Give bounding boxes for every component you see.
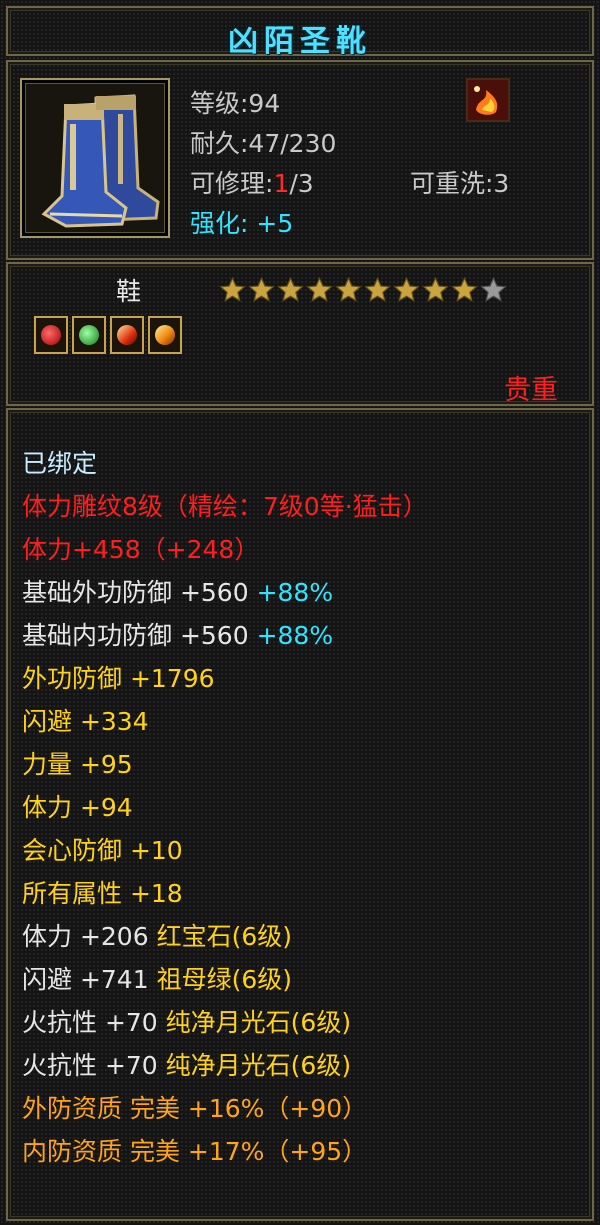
star-filled-icon — [422, 276, 449, 302]
star-filled-icon — [335, 276, 362, 302]
flame-emblem-icon — [466, 78, 510, 122]
star-rating — [218, 276, 508, 304]
star-filled-icon — [306, 276, 333, 302]
attribute-text: 体力雕纹8级（精绘：7级0等·猛击） — [22, 492, 428, 521]
quality-label: 贵重 — [504, 375, 558, 406]
equip-slot: 鞋 — [116, 277, 142, 306]
item-durability: 耐久:47/230 — [190, 129, 337, 158]
attribute-text: 体力 +206 — [22, 922, 157, 951]
attribute-text: 闪避 +334 — [22, 707, 149, 736]
attribute-text: 基础内功防御 +560 — [22, 621, 257, 650]
attribute-text: 体力+458（+248） — [22, 535, 260, 564]
attribute-text: 外防资质 完美 +16%（+90） — [22, 1094, 368, 1123]
enhance-value: +5 — [256, 209, 294, 238]
red-gem-icon[interactable] — [34, 316, 68, 354]
repair-used: 1 — [273, 169, 290, 198]
attribute-text: +88% — [256, 621, 334, 650]
attribute-row: 火抗性 +70 纯净月光石(6级) — [22, 1044, 428, 1087]
star-filled-icon — [219, 276, 246, 302]
attribute-text: 基础外功防御 +560 — [22, 578, 257, 607]
attribute-row: 体力 +94 — [22, 786, 428, 829]
attribute-row: 闪避 +334 — [22, 700, 428, 743]
attribute-text: 外功防御 +1796 — [22, 664, 215, 693]
attribute-row: 已绑定 — [22, 442, 428, 485]
attribute-row: 体力 +206 红宝石(6级) — [22, 915, 428, 958]
attribute-row: 闪避 +741 祖母绿(6级) — [22, 958, 428, 1001]
item-enhance: 强化: +5 — [190, 204, 293, 240]
star-filled-icon — [451, 276, 478, 302]
item-title: 凶陌圣靴 — [228, 24, 372, 59]
attribute-text: 内防资质 完美 +17%（+95） — [22, 1137, 368, 1166]
item-repair: 可修理:1/3 — [190, 164, 314, 200]
gold-wing-gem-icon[interactable] — [148, 316, 182, 354]
item-header: 等级:94 耐久:47/230 可修理:1/3 可重洗:3 强化: +5 — [6, 60, 594, 260]
item-rewash: 可重洗:3 — [410, 169, 510, 198]
star-filled-icon — [277, 276, 304, 302]
attribute-row: 体力雕纹8级（精绘：7级0等·猛击） — [22, 485, 428, 528]
attribute-text: 会心防御 +10 — [22, 836, 183, 865]
blue-gold-boots-icon — [26, 84, 164, 232]
gem-slots — [34, 316, 182, 354]
attribute-panel: 已绑定体力雕纹8级（精绘：7级0等·猛击） 体力+458（+248） 基础外功防御 … — [6, 408, 594, 1221]
attribute-row: 基础内功防御 +560 +88% — [22, 614, 428, 657]
title-bar: 凶陌圣靴 — [6, 6, 594, 59]
attribute-text: 火抗性 +70 — [22, 1051, 166, 1080]
fire-wing-gem-icon[interactable] — [110, 316, 144, 354]
green-gem-icon[interactable] — [72, 316, 106, 354]
star-filled-icon — [393, 276, 420, 302]
attribute-row: 火抗性 +70 纯净月光石(6级) — [22, 1001, 428, 1044]
attribute-text: 闪避 +741 — [22, 965, 157, 994]
attribute-text: 体力 +94 — [22, 793, 133, 822]
attribute-row: 所有属性 +18 — [22, 872, 428, 915]
repair-label: 可修理: — [190, 169, 274, 198]
item-details: 鞋 贵重 — [6, 262, 594, 406]
attribute-row: 基础外功防御 +560 +88% — [22, 571, 428, 614]
attribute-text: 力量 +95 — [22, 750, 133, 779]
repair-total: /3 — [289, 169, 314, 198]
star-empty-icon — [480, 276, 507, 302]
attribute-row: 内防资质 完美 +17%（+95） — [22, 1130, 428, 1173]
item-level: 等级:94 — [190, 89, 281, 118]
attribute-row: 外功防御 +1796 — [22, 657, 428, 700]
attribute-text: 纯净月光石(6级) — [165, 1008, 352, 1037]
attribute-row: 力量 +95 — [22, 743, 428, 786]
attribute-row: 会心防御 +10 — [22, 829, 428, 872]
attribute-text: 纯净月光石(6级) — [165, 1051, 352, 1080]
attribute-text: 祖母绿(6级) — [156, 965, 292, 994]
attribute-text: 所有属性 +18 — [22, 879, 183, 908]
item-tooltip: 凶陌圣靴 等级:94 耐久:47/230 可修理:1/3 可重洗:3 强化: +… — [0, 0, 600, 1225]
attribute-row: 外防资质 完美 +16%（+90） — [22, 1087, 428, 1130]
attribute-text: +88% — [256, 578, 334, 607]
item-image-frame — [20, 78, 170, 238]
attribute-text: 已绑定 — [22, 449, 98, 478]
attribute-text: 火抗性 +70 — [22, 1008, 166, 1037]
attribute-list: 已绑定体力雕纹8级（精绘：7级0等·猛击） 体力+458（+248） 基础外功防御 … — [22, 442, 428, 1173]
star-filled-icon — [364, 276, 391, 302]
star-filled-icon — [248, 276, 275, 302]
attribute-row: 体力+458（+248） — [22, 528, 428, 571]
attribute-text: 红宝石(6级) — [156, 922, 292, 951]
enhance-label: 强化: — [190, 209, 249, 238]
